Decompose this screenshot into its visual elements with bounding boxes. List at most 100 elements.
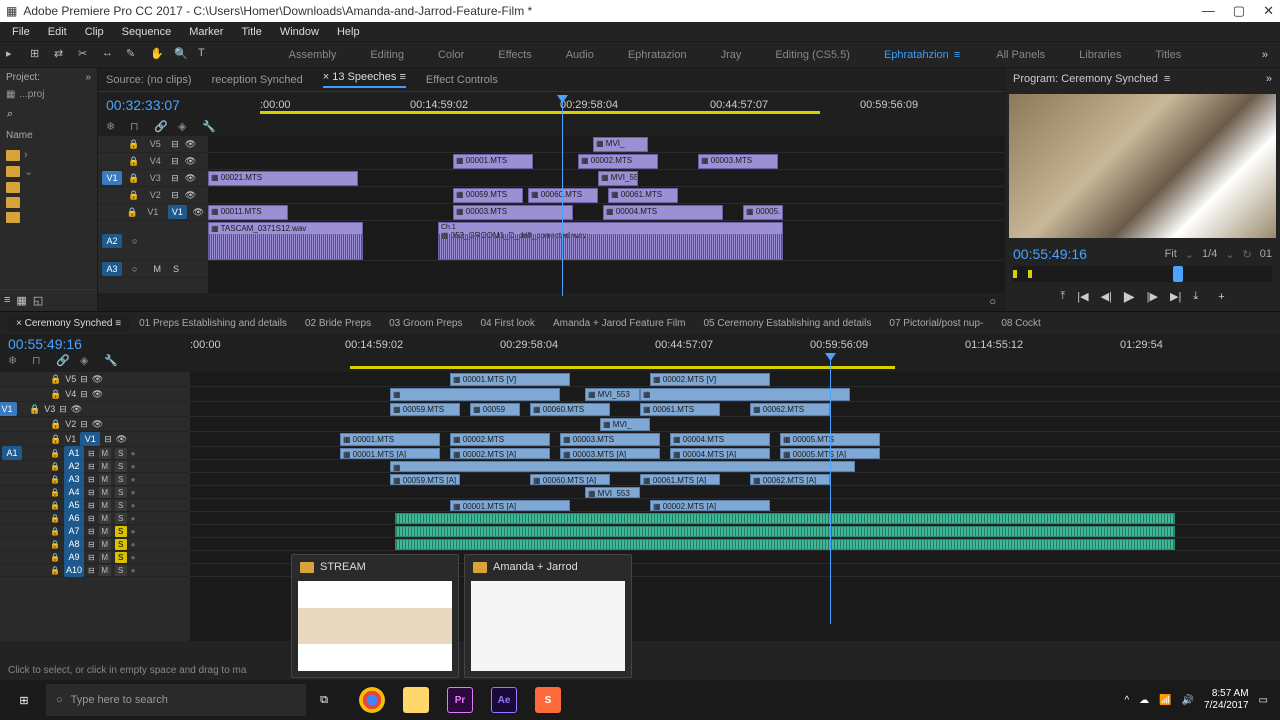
zoom-tool-icon[interactable]: 🔍	[174, 47, 190, 63]
video-clip[interactable]: ▦ 00060.MTS	[530, 403, 610, 416]
eye-icon[interactable]: 👁	[92, 389, 103, 400]
mute-button[interactable]: M	[99, 513, 111, 524]
solo-button[interactable]: S	[115, 500, 127, 511]
video-clip[interactable]: ▦ MVI_55	[598, 171, 638, 186]
sync-lock-icon[interactable]: ⊟	[88, 449, 95, 458]
audio-track-label[interactable]: A1	[64, 446, 84, 460]
bin-item[interactable]	[4, 195, 93, 210]
program-tab[interactable]: Program: Ceremony Synched	[1013, 73, 1158, 85]
video-clip[interactable]: ▦ 00004.MTS	[670, 433, 770, 446]
audio-clip[interactable]: ▦ 00002.MTS [A]	[450, 448, 550, 459]
video-clip[interactable]: ▦ 00061.MTS	[640, 403, 720, 416]
explorer-app[interactable]	[394, 680, 438, 720]
v1-source[interactable]: V1	[80, 432, 100, 446]
source-tab[interactable]: × 13 Speeches ≡	[323, 71, 406, 88]
video-clip[interactable]: ▦ 00005.	[743, 205, 783, 220]
track-label[interactable]: V5	[65, 374, 76, 384]
source-timecode[interactable]: 00:32:33:07	[106, 97, 180, 113]
v1-target[interactable]: V1	[0, 402, 17, 416]
workspace-tab[interactable]: Effects	[496, 45, 533, 65]
bin-item[interactable]: ⌄	[4, 163, 93, 180]
v1-source-toggle[interactable]: V1	[102, 171, 122, 185]
sync-lock-icon[interactable]: ⊟	[88, 462, 95, 471]
workspace-tab[interactable]: Libraries	[1077, 45, 1123, 65]
bin-item[interactable]	[4, 210, 93, 225]
audio-clip[interactable]: ▦ TASCAM_0371S12.wav	[208, 222, 363, 260]
sync-lock-icon[interactable]: ⊟	[88, 514, 95, 523]
settings-icon[interactable]: 🔧	[202, 120, 216, 134]
timeline-timecode[interactable]: 00:55:49:16	[8, 336, 190, 352]
eye-icon[interactable]: 👁	[116, 434, 127, 445]
solo-button[interactable]: S	[115, 474, 127, 485]
marker-icon[interactable]: ◈	[178, 120, 192, 134]
lock-icon[interactable]: 🔒	[50, 501, 60, 510]
slip-tool-icon[interactable]: ↔	[102, 47, 118, 63]
track-label[interactable]: V5	[145, 139, 165, 149]
lock-icon[interactable]: 🔒	[50, 462, 60, 471]
video-clip[interactable]: ▦ 00001.MTS [V]	[450, 373, 570, 386]
snap-icon[interactable]: ❄	[8, 354, 22, 368]
audio-track-label[interactable]: A2	[64, 459, 84, 473]
icon-view-icon[interactable]: ▦	[16, 294, 26, 307]
track-label[interactable]: V4	[145, 156, 165, 166]
sync-lock-icon[interactable]: ⊟	[171, 173, 179, 184]
audio-clip[interactable]: ▦ 00001.MTS [A]	[450, 500, 570, 511]
source-tab[interactable]: Source: (no clips)	[106, 74, 192, 86]
mute-button[interactable]: M	[99, 565, 111, 576]
sync-lock-icon[interactable]: ⊟	[80, 419, 88, 430]
snagit-app[interactable]: S	[526, 680, 570, 720]
audio-clip[interactable]: Ch.1▦ 053_GROOM1_D_drift_corrected.wav	[438, 222, 783, 260]
mute-button[interactable]: M	[99, 500, 111, 511]
workspace-tab[interactable]: Ephratahzion ≡	[882, 45, 964, 65]
circle-icon[interactable]: ○	[989, 296, 996, 308]
eye-icon[interactable]: 👁	[193, 207, 204, 218]
track-label[interactable]: V4	[65, 389, 76, 399]
workspace-tab[interactable]: Editing	[368, 45, 406, 65]
audio-clip[interactable]	[395, 526, 1175, 537]
go-to-in-icon[interactable]: |◀	[1077, 290, 1088, 303]
start-button[interactable]: ⊞	[4, 680, 44, 720]
lock-icon[interactable]: 🔒	[50, 527, 60, 536]
zoom-dropdown[interactable]: 1/4	[1202, 248, 1217, 260]
video-clip[interactable]: ▦ 00021.MTS	[208, 171, 358, 186]
chrome-app[interactable]	[350, 680, 394, 720]
sync-lock-icon[interactable]: ⊟	[88, 488, 95, 497]
pen-tool-icon[interactable]: ✎	[126, 47, 142, 63]
a1-target[interactable]: A1	[2, 446, 22, 460]
maximize-button[interactable]: ▢	[1233, 3, 1245, 19]
lock-icon[interactable]: 🔒	[128, 190, 139, 201]
sequence-tab[interactable]: 05 Ceremony Establishing and details	[696, 315, 880, 332]
track-select-icon[interactable]: ⊞	[30, 47, 46, 63]
lock-icon[interactable]: 🔒	[128, 139, 139, 150]
solo-button[interactable]: S	[115, 552, 127, 563]
audio-track-label[interactable]: A3	[64, 472, 84, 486]
track-label[interactable]: V1	[65, 434, 76, 444]
audio-clip[interactable]: ▦ 00004.MTS [A]	[670, 448, 770, 459]
video-clip[interactable]: ▦ 00059.MTS	[453, 188, 523, 203]
audio-track-label[interactable]: A5	[64, 498, 84, 512]
type-tool-icon[interactable]: T	[198, 47, 214, 63]
eye-icon[interactable]: 👁	[92, 374, 103, 385]
wifi-icon[interactable]: 📶	[1159, 695, 1171, 706]
menu-title[interactable]: Title	[233, 24, 269, 40]
video-clip[interactable]: ▦ 00059.MTS	[390, 403, 460, 416]
audio-source-toggle[interactable]: A2	[102, 234, 122, 248]
audio-clip[interactable]: ▦ 00059.MTS [A]	[390, 474, 460, 485]
video-clip[interactable]: ▦ 00002.MTS [V]	[650, 373, 770, 386]
sequence-tab[interactable]: 08 Cockt	[993, 315, 1048, 332]
eye-icon[interactable]: 👁	[185, 173, 196, 184]
notification-icon[interactable]: ▭	[1259, 695, 1268, 706]
lock-icon[interactable]: 🔒	[50, 449, 60, 458]
taskbar-search[interactable]: ○ Type here to search	[46, 684, 306, 716]
audio-clip[interactable]: ▦ 00061.MTS [A]	[640, 474, 720, 485]
video-clip[interactable]: ▦	[640, 388, 850, 401]
sequence-tab[interactable]: 01 Preps Establishing and details	[131, 315, 295, 332]
audio-clip[interactable]	[395, 539, 1175, 550]
track-label[interactable]: V1	[144, 207, 162, 217]
workspace-tab[interactable]: All Panels	[994, 45, 1047, 65]
premiere-app[interactable]: Pr	[438, 680, 482, 720]
source-timeline-tracks[interactable]: ▦ MVI_▦ 00001.MTS▦ 00002.MTS▦ 00003.MTS▦…	[208, 136, 1004, 293]
mark-in-icon[interactable]: ⤒	[1060, 290, 1065, 303]
taskbar-thumbnail[interactable]: Amanda + Jarrod	[464, 554, 632, 678]
sync-lock-icon[interactable]: ⊟	[88, 501, 95, 510]
